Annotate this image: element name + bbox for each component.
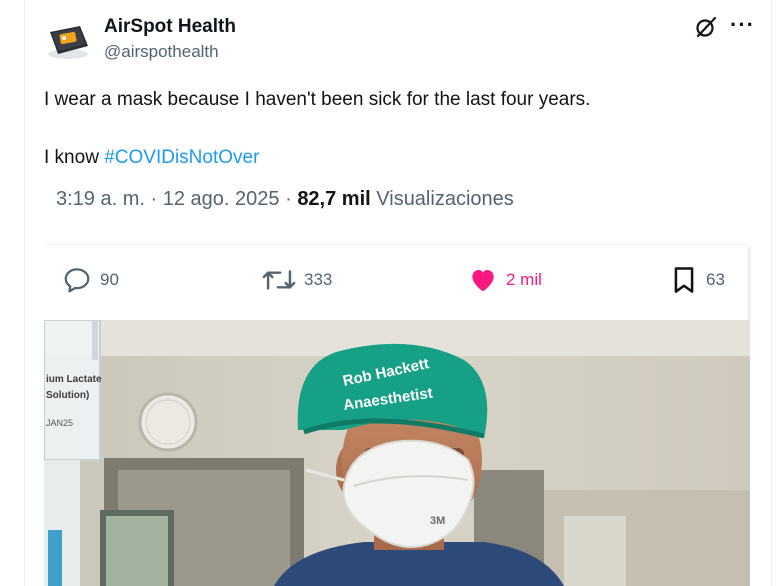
like-button[interactable]: 2 mil <box>468 265 542 295</box>
post-text-line2: I know #COVIDisNotOver <box>44 147 259 169</box>
meta-separator-2: · <box>285 188 292 210</box>
post-text-prefix: I know <box>44 147 105 168</box>
like-count: 2 mil <box>506 270 542 289</box>
post-photo[interactable]: ium Lactate Solution) JAN25 Rob Hackett … <box>44 320 750 586</box>
repost-icon <box>262 270 296 290</box>
meta-separator: · <box>150 188 158 210</box>
account-handle[interactable]: @airspothealth <box>104 42 219 62</box>
post-text: I wear a mask because I haven't been sic… <box>44 89 591 110</box>
bookmark-button[interactable]: 63 <box>670 265 725 295</box>
repost-count: 333 <box>304 270 333 289</box>
photo-scene: ium Lactate Solution) JAN25 Rob Hackett … <box>44 320 750 586</box>
reply-icon <box>64 268 90 293</box>
iv-label-1: ium Lactate <box>46 374 102 385</box>
iv-label-2: Solution) <box>46 390 89 401</box>
grok-icon[interactable] <box>694 15 718 39</box>
more-icon[interactable]: ··· <box>730 12 755 38</box>
reply-count: 90 <box>100 270 119 289</box>
post-date[interactable]: 12 ago. 2025 <box>163 188 280 210</box>
action-bar: 90 333 2 mil 63 <box>44 244 748 321</box>
post-time[interactable]: 3:19 a. m. <box>56 188 145 210</box>
reply-button[interactable]: 90 <box>62 265 119 295</box>
iv-label-3: JAN25 <box>46 418 73 428</box>
avatar[interactable] <box>44 18 92 62</box>
views-label: Visualizaciones <box>376 188 514 210</box>
display-name[interactable]: AirSpot Health <box>104 16 236 38</box>
heart-icon <box>472 270 494 292</box>
views-count: 82,7 mil <box>297 188 371 210</box>
bookmark-count: 63 <box>706 270 725 289</box>
hashtag-link[interactable]: #COVIDisNotOver <box>104 147 259 168</box>
bookmark-icon <box>674 267 694 293</box>
mask-brand: 3M <box>430 515 445 527</box>
post-meta: 3:19 a. m. · 12 ago. 2025 · 82,7 mil Vis… <box>56 188 514 211</box>
repost-button[interactable]: 333 <box>262 265 332 295</box>
